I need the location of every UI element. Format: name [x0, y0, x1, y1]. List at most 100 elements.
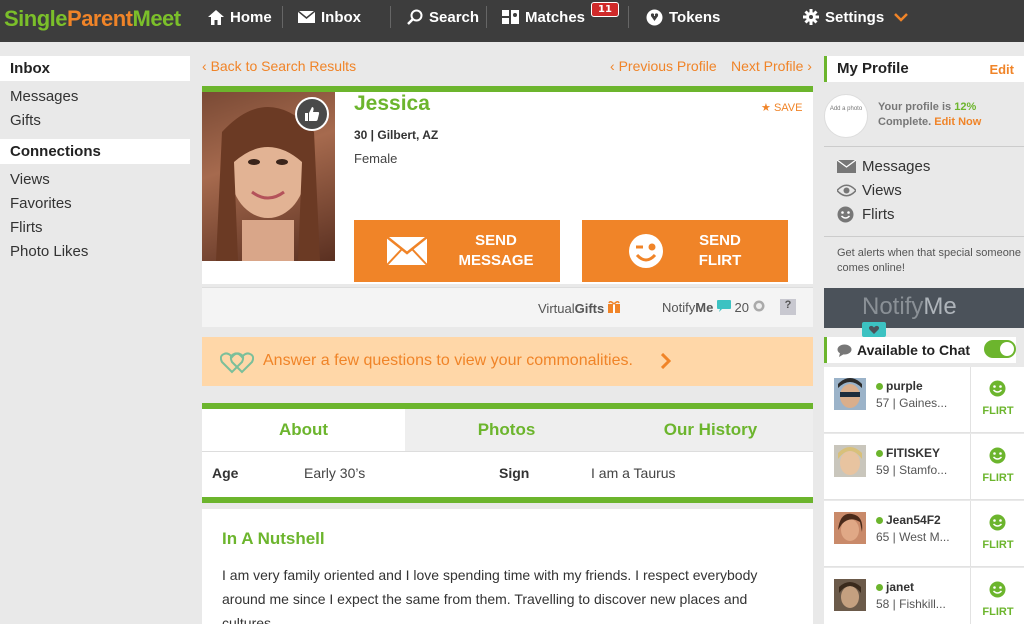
available-to-chat-title: Available to Chat — [857, 342, 971, 358]
tab-our-history[interactable]: Our History — [608, 409, 813, 451]
chat-user-name: Jean54F2 — [876, 513, 941, 527]
sidebar-heading-inbox[interactable]: Inbox — [0, 56, 190, 81]
chat-user-location: 65 | West M... — [876, 530, 950, 544]
notify-me-link[interactable]: NotifyMe 20 — [662, 300, 765, 315]
previous-profile-link[interactable]: ‹ Previous Profile — [610, 58, 717, 74]
heart-bubble-icon — [716, 300, 731, 312]
chat-flirt-button[interactable]: FLIRT — [970, 501, 1024, 567]
nav-inbox[interactable]: Inbox — [298, 0, 361, 34]
sidebar-item-gifts[interactable]: Gifts — [0, 109, 190, 133]
chat-bubble-icon — [837, 344, 852, 357]
chat-flirt-button[interactable]: FLIRT — [970, 568, 1024, 624]
profile-gender: Female — [354, 151, 398, 166]
edit-now-link[interactable]: Edit Now — [934, 116, 981, 128]
chat-user-location: 57 | Gaines... — [876, 396, 948, 410]
chat-user-avatar — [834, 579, 866, 611]
like-photo-button[interactable] — [295, 97, 329, 131]
chat-availability-toggle[interactable] — [984, 340, 1016, 358]
sign-value: I am a Taurus — [591, 465, 676, 481]
save-label: SAVE — [773, 102, 803, 114]
send-flirt-line2: FLIRT — [698, 252, 742, 269]
notify-me-banner[interactable]: NotifyMe — [824, 288, 1024, 342]
right-flirts-label: Flirts — [862, 206, 895, 223]
right-flirts-link[interactable]: Flirts — [837, 206, 895, 223]
nav-divider — [486, 6, 487, 28]
divider — [824, 146, 1024, 147]
complete-suffix: Complete. — [878, 116, 932, 128]
nutshell-title: In A Nutshell — [222, 529, 325, 548]
chat-user-row[interactable]: janet 58 | Fishkill... FLIRT — [824, 568, 1024, 624]
chat-flirt-button[interactable]: FLIRT — [970, 434, 1024, 500]
send-message-button[interactable]: SEND MESSAGE — [354, 220, 560, 282]
chat-user-row[interactable]: FITISKEY 59 | Stamfo... FLIRT — [824, 434, 1024, 500]
envelope-icon — [386, 236, 428, 266]
virtual-gifts-label-b: Gifts — [574, 301, 605, 316]
sidebar-item-messages[interactable]: Messages — [0, 85, 190, 109]
site-logo[interactable]: SingleParentMeet — [4, 6, 181, 32]
envelope-icon — [837, 160, 856, 173]
virtual-gifts-link[interactable]: VirtualGifts — [538, 300, 620, 316]
smiley-icon — [989, 581, 1006, 598]
chat-user-name: FITISKEY — [876, 446, 940, 460]
send-flirt-button[interactable]: SEND FLIRT — [582, 220, 788, 282]
right-messages-link[interactable]: Messages — [837, 158, 930, 175]
chat-flirt-button[interactable]: FLIRT — [970, 367, 1024, 433]
profile-age-location: 30 | Gilbert, AZ — [354, 128, 439, 142]
tab-photos[interactable]: Photos — [405, 409, 608, 451]
nav-tokens[interactable]: Tokens — [646, 0, 720, 34]
home-icon — [208, 9, 224, 25]
chat-flirt-label: FLIRT — [982, 539, 1014, 551]
profile-nav-links: ‹ Back to Search Results ‹ Previous Prof… — [202, 56, 813, 86]
sidebar-item-photo-likes[interactable]: Photo Likes — [0, 240, 190, 264]
my-profile-title: My Profile — [837, 60, 909, 77]
notify-toggle-icon[interactable] — [753, 300, 765, 312]
back-to-search-link[interactable]: ‹ Back to Search Results — [202, 58, 356, 74]
sidebar-item-favorites[interactable]: Favorites — [0, 192, 190, 216]
chat-user-name: purple — [876, 379, 923, 393]
gift-icon — [607, 300, 620, 313]
profile-main: ‹ Back to Search Results ‹ Previous Prof… — [202, 56, 813, 624]
smiley-icon — [989, 380, 1006, 397]
nutshell-section: In A Nutshell I am very family oriented … — [202, 509, 813, 624]
profile-photo[interactable] — [202, 92, 335, 261]
profile-tabs-card: About Photos Our History Age Early 30’s … — [202, 403, 813, 503]
virtual-gifts-label-a: Virtual — [538, 301, 575, 316]
nav-divider — [390, 6, 391, 28]
thumbs-up-icon — [305, 107, 320, 121]
notify-label-b: Me — [695, 300, 714, 315]
right-views-label: Views — [862, 182, 902, 199]
commonalities-banner[interactable]: Answer a few questions to view your comm… — [202, 337, 813, 386]
chat-user-avatar — [834, 512, 866, 544]
chat-user-location: 58 | Fishkill... — [876, 597, 946, 611]
nav-home[interactable]: Home — [208, 0, 272, 34]
smiley-icon — [989, 447, 1006, 464]
chat-user-row[interactable]: Jean54F2 65 | West M... FLIRT — [824, 501, 1024, 567]
tab-about[interactable]: About — [202, 409, 405, 451]
add-photo-avatar[interactable]: Add a photo — [824, 94, 868, 138]
logo-meet: Meet — [132, 6, 182, 31]
sidebar-heading-connections[interactable]: Connections — [0, 139, 190, 164]
matches-icon — [502, 10, 519, 24]
gear-icon — [803, 9, 819, 25]
sidebar-item-flirts[interactable]: Flirts — [0, 216, 190, 240]
save-profile-button[interactable]: ★ SAVE — [761, 101, 802, 114]
nav-divider — [282, 6, 283, 28]
tokens-icon — [646, 9, 663, 25]
next-profile-label: Next Profile — [731, 58, 804, 74]
send-message-line2: MESSAGE — [458, 252, 534, 269]
notify-help-button[interactable]: ? — [780, 299, 796, 315]
nav-matches[interactable]: Matches — [502, 0, 585, 34]
right-views-link[interactable]: Views — [837, 182, 902, 199]
nav-settings[interactable]: Settings — [803, 0, 914, 34]
nav-search[interactable]: Search — [407, 0, 479, 34]
right-sidebar: My Profile Edit Add a photo Your profile… — [824, 56, 1024, 624]
age-value: Early 30’s — [304, 465, 366, 481]
chat-user-row[interactable]: purple 57 | Gaines... FLIRT — [824, 367, 1024, 433]
next-profile-link[interactable]: Next Profile › — [731, 58, 812, 74]
edit-profile-link[interactable]: Edit — [989, 62, 1014, 77]
logo-single: Single — [4, 6, 68, 31]
chat-user-avatar — [834, 378, 866, 410]
search-icon — [407, 9, 423, 25]
eye-icon — [837, 184, 856, 197]
sidebar-item-views[interactable]: Views — [0, 168, 190, 192]
